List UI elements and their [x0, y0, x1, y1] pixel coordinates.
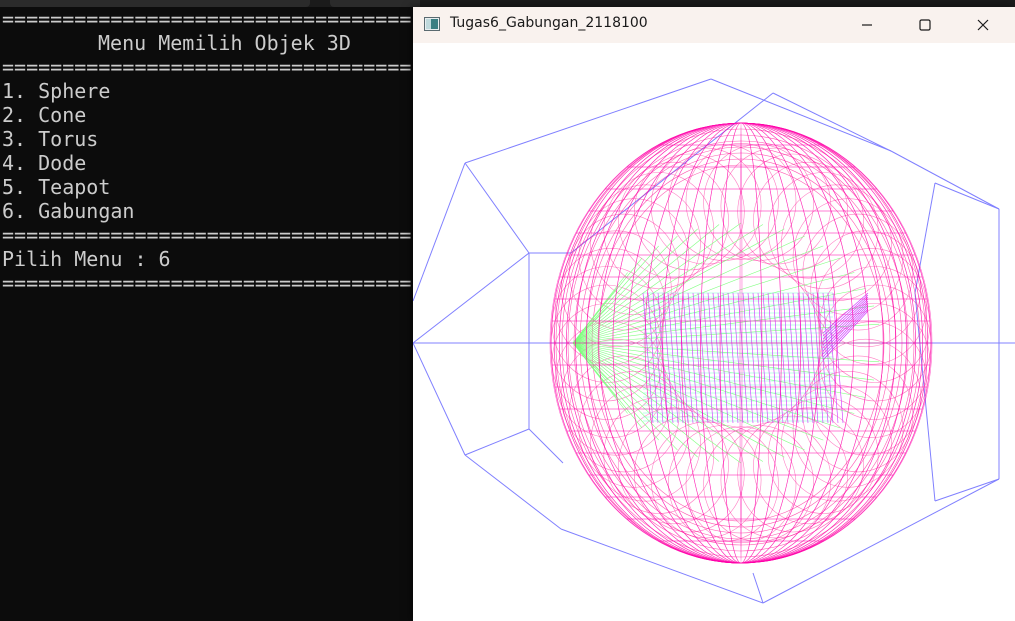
separator-line: ==================================: [2, 223, 412, 247]
opengl-window[interactable]: Tugas6_Gabungan_2118100: [413, 7, 1015, 621]
menu-item: 6. Gabungan: [2, 199, 135, 223]
window-title: Tugas6_Gabungan_2118100: [450, 15, 648, 31]
terminal-tab-secondary[interactable]: [330, 0, 420, 7]
menu-item: 1. Sphere: [2, 79, 111, 103]
menu-item: 3. Torus: [2, 127, 99, 151]
sphere-wireframe: [549, 122, 933, 564]
maximize-icon: [919, 19, 931, 31]
console-output: ================================== Menu M…: [0, 7, 420, 621]
menu-prompt: Pilih Menu : 6: [2, 247, 171, 271]
terminal-tab-strip: [0, 0, 1015, 7]
minimize-icon: [862, 24, 872, 26]
menu-title: Menu Memilih Objek 3D: [98, 31, 351, 55]
render-canvas[interactable]: [413, 43, 1015, 621]
separator-line: ==================================: [2, 7, 412, 31]
menu-item: 5. Teapot: [2, 175, 111, 199]
menu-item: 2. Cone: [2, 103, 87, 127]
separator-line: ==================================: [2, 271, 412, 295]
window-titlebar[interactable]: Tugas6_Gabungan_2118100: [413, 7, 1015, 43]
close-icon: [977, 19, 989, 31]
close-button[interactable]: [954, 7, 1012, 43]
teapot-wireframe: [642, 292, 869, 424]
app-window-icon: [424, 17, 440, 31]
terminal-tab[interactable]: [0, 0, 310, 7]
maximize-button[interactable]: [896, 7, 954, 43]
minimize-button[interactable]: [838, 7, 896, 43]
menu-item: 4. Dode: [2, 151, 87, 175]
separator-line: ==================================: [2, 55, 412, 79]
